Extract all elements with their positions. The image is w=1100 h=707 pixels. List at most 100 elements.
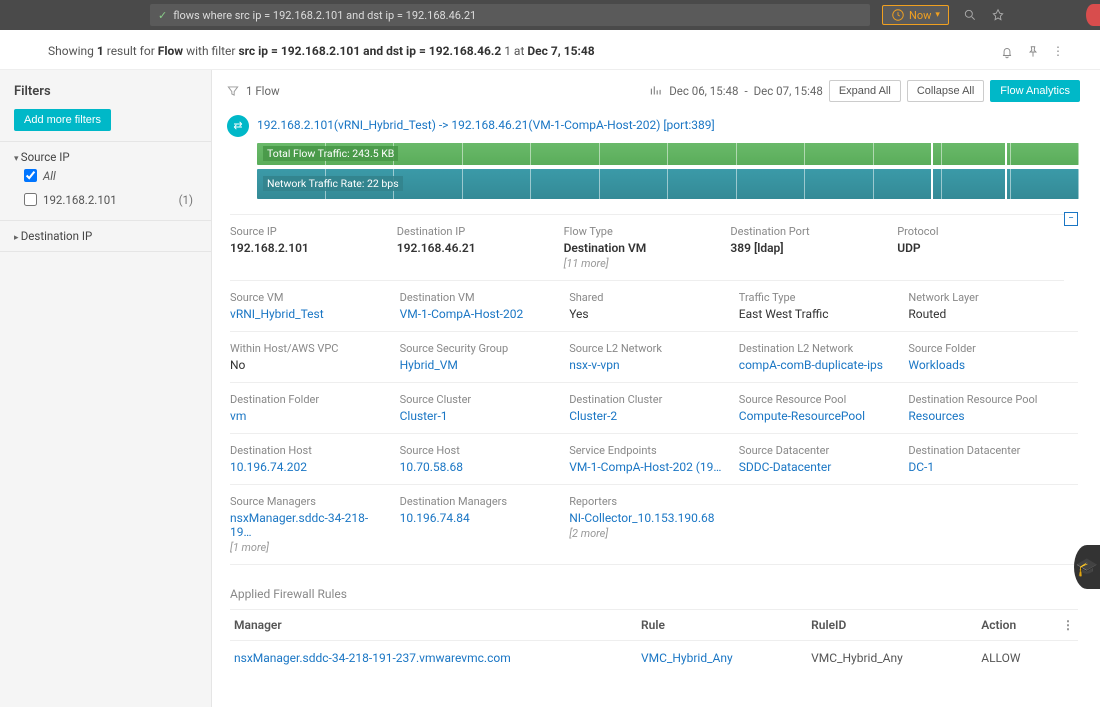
detail-row: Source VM vRNI_Hybrid_Test Destination VM V… — [230, 281, 1078, 332]
summary-count: 1 — [97, 44, 104, 58]
detail-label: Destination VM — [400, 291, 558, 304]
detail-label: Destination Folder — [230, 393, 388, 406]
filter-item[interactable]: 192.168.2.101(1) — [14, 188, 197, 212]
detail-value[interactable]: Cluster-1 — [400, 409, 558, 423]
detail-label: Source VM — [230, 291, 388, 304]
detail-label: Source Resource Pool — [739, 393, 897, 406]
detail-row: Source Managers nsxManager.sddc-34-218-19… — [230, 485, 1078, 565]
detail-row: Destination Folder vm Source Cluster Cluste… — [230, 383, 1078, 434]
help-bubble[interactable]: 🎓 — [1074, 545, 1100, 589]
search-input[interactable]: ✓ flows where src ip = 192.168.2.101 and… — [150, 4, 870, 26]
pin-icon[interactable] — [991, 8, 1005, 23]
search-query-text: flows where src ip = 192.168.2.101 and d… — [173, 9, 476, 22]
detail-value[interactable]: vm — [230, 409, 388, 423]
expand-all-button[interactable]: Expand All — [829, 80, 901, 102]
time-selector[interactable]: Now ▾ — [882, 5, 949, 25]
detail-cell: Source Host10.70.58.68 — [400, 444, 570, 474]
detail-cell: Destination Folder vm — [230, 393, 400, 423]
filter-checkbox[interactable] — [24, 169, 37, 182]
search-icon[interactable] — [963, 8, 977, 23]
filter-group-source-ip[interactable]: Source IP — [14, 150, 197, 164]
detail-value[interactable]: Compute-ResourcePool — [739, 409, 897, 423]
detail-value: Routed — [908, 307, 1066, 321]
clock-icon — [891, 8, 905, 22]
detail-label: Destination Cluster — [569, 393, 727, 406]
detail-cell: Within Host/AWS VPCNo — [230, 342, 400, 372]
detail-cell: Source Security GroupHybrid_VM — [400, 342, 570, 372]
funnel-icon[interactable] — [226, 83, 240, 99]
rules-menu-icon[interactable]: ⋮ — [1062, 618, 1074, 632]
detail-value: UDP — [897, 241, 1052, 255]
detail-label: Source L2 Network — [569, 342, 727, 355]
detail-value[interactable]: Workloads — [908, 358, 1066, 372]
detail-label: Source Managers — [230, 495, 388, 508]
detail-label: Source IP — [230, 225, 385, 238]
detail-label: Source Datacenter — [739, 444, 897, 457]
filter-item[interactable]: All — [14, 164, 197, 188]
detail-cell: Destination DatacenterDC-1 — [908, 444, 1078, 474]
detail-row: Source IP192.168.2.101Destination IP192.… — [230, 214, 1064, 281]
detail-cell: Source Resource Pool Compute-ResourcePool — [739, 393, 909, 423]
detail-label: Shared — [569, 291, 727, 304]
detail-value[interactable]: nsxManager.sddc-34-218-19… — [230, 511, 388, 539]
detail-value[interactable]: Cluster-2 — [569, 409, 727, 423]
filter-checkbox[interactable] — [24, 193, 37, 206]
detail-value[interactable]: Hybrid_VM — [400, 358, 558, 372]
detail-more[interactable]: [1 more] — [230, 541, 388, 554]
collapse-icon[interactable]: − — [1064, 212, 1078, 226]
detail-value[interactable]: Resources — [908, 409, 1066, 423]
rules-header: Rule — [637, 609, 807, 640]
pin-icon[interactable] — [1026, 44, 1040, 59]
range-from: Dec 06, 15:48 — [669, 84, 738, 98]
detail-cell: Destination Port389 [ldap] — [730, 225, 897, 270]
detail-cell: Destination VM VM-1-CompA-Host-202 — [400, 291, 570, 321]
check-icon: ✓ — [158, 9, 167, 22]
flow-icon: ⇄ — [227, 115, 249, 137]
alert-indicator[interactable] — [1086, 4, 1100, 26]
rules-title: Applied Firewall Rules — [230, 587, 1078, 601]
rules-manager[interactable]: nsxManager.sddc-34-218-191-237.vmwarevmc… — [230, 640, 637, 675]
detail-value: Yes — [569, 307, 727, 321]
detail-row: Within Host/AWS VPCNoSource Security Gro… — [230, 332, 1078, 383]
collapse-all-button[interactable]: Collapse All — [907, 80, 984, 102]
summary-mid1: result for — [107, 44, 158, 58]
flow-analytics-button[interactable]: Flow Analytics — [990, 80, 1080, 102]
detail-value[interactable]: compA-comB-duplicate-ips — [739, 358, 897, 372]
detail-cell: Source Cluster Cluster-1 — [400, 393, 570, 423]
rules-header: Action — [977, 609, 1058, 640]
filter-label: All — [43, 169, 56, 183]
detail-cell — [739, 495, 909, 554]
detail-label: Source Cluster — [400, 393, 558, 406]
detail-value[interactable]: 10.70.58.68 — [400, 460, 558, 474]
flow-title[interactable]: 192.168.2.101(vRNI_Hybrid_Test) -> 192.1… — [257, 115, 715, 132]
detail-label: Destination Host — [230, 444, 388, 457]
rules-ruleid: VMC_Hybrid_Any — [807, 640, 977, 675]
time-label: Now — [909, 9, 931, 22]
detail-cell — [908, 495, 1078, 554]
detail-value[interactable]: NI-Collector_10.153.190.68 — [569, 511, 727, 525]
detail-value[interactable]: nsx-v-vpn — [569, 358, 727, 372]
detail-value[interactable]: SDDC-Datacenter — [739, 460, 897, 474]
bell-icon[interactable] — [1000, 44, 1014, 59]
detail-value[interactable]: 10.196.74.202 — [230, 460, 388, 474]
traffic-rate-bar[interactable]: Network Traffic Rate: 22 bps — [257, 169, 1079, 199]
total-traffic-bar[interactable]: Total Flow Traffic: 243.5 KB — [257, 143, 1079, 165]
add-filters-button[interactable]: Add more filters — [14, 109, 111, 131]
detail-label: Within Host/AWS VPC — [230, 342, 388, 355]
detail-cell: Destination Cluster Cluster-2 — [569, 393, 739, 423]
filter-group-destination-ip[interactable]: Destination IP — [14, 229, 197, 243]
detail-cell: Traffic TypeEast West Traffic — [739, 291, 909, 321]
detail-more[interactable]: [2 more] — [569, 527, 727, 540]
date-range[interactable]: Dec 06, 15:48 - Dec 07, 15:48 — [649, 84, 823, 98]
detail-cell: Source Datacenter SDDC-Datacenter — [739, 444, 909, 474]
detail-value[interactable]: VM-1-CompA-Host-202 (19… — [569, 460, 727, 474]
summary-time: Dec 7, 15:48 — [527, 44, 594, 58]
rules-rule[interactable]: VMC_Hybrid_Any — [637, 640, 807, 675]
detail-value[interactable]: 10.196.74.84 — [400, 511, 558, 525]
detail-value[interactable]: vRNI_Hybrid_Test — [230, 307, 388, 321]
total-traffic-label: Total Flow Traffic: 243.5 KB — [263, 146, 398, 161]
more-icon[interactable]: ⋮ — [1052, 44, 1064, 59]
detail-value[interactable]: DC-1 — [908, 460, 1066, 474]
detail-value[interactable]: VM-1-CompA-Host-202 — [400, 307, 558, 321]
detail-more[interactable]: [11 more] — [564, 257, 719, 270]
